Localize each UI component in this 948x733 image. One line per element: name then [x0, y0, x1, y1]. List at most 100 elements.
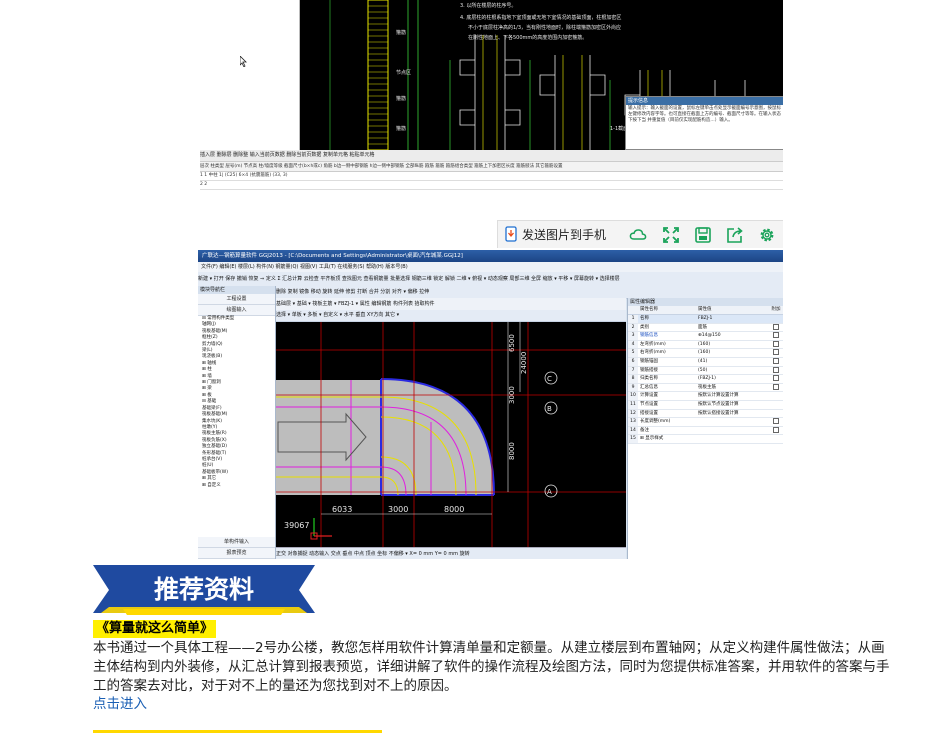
extra-checkbox[interactable]: [773, 418, 779, 425]
tree-item[interactable]: ⊞ 自定义: [202, 483, 275, 489]
property-name: 汇总信息: [640, 384, 658, 390]
property-value[interactable]: (50): [696, 367, 770, 375]
send-to-phone-label: 发送图片到手机: [522, 228, 607, 242]
property-columns: 属性名称 属性值 附加: [628, 306, 783, 315]
send-to-phone-button[interactable]: 发送图片到手机: [504, 221, 606, 248]
property-row[interactable]: 6 钢筋锚固 (41): [628, 357, 783, 367]
property-extra-cell: [770, 315, 782, 323]
property-value[interactable]: (FBZJ-1): [696, 375, 770, 383]
property-name: 右弯折(mm): [640, 350, 666, 356]
plan-drawing-canvas[interactable]: C B A 6033 3000 8000 39067 6500 24000 30…: [276, 322, 626, 547]
extra-checkbox[interactable]: [773, 323, 779, 330]
extra-checkbox[interactable]: [773, 349, 779, 356]
property-row[interactable]: 8 归类名称 (FBZJ-1): [628, 375, 783, 384]
property-row[interactable]: 10 计算设置 按默认计算设置计算: [628, 392, 783, 401]
property-name: 计算设置: [640, 393, 658, 399]
property-value[interactable]: (160): [696, 341, 770, 349]
property-row[interactable]: 14 备注: [628, 426, 783, 436]
table-row[interactable]: 2 2: [200, 181, 783, 190]
book-title[interactable]: 《算量就这么简单》: [93, 620, 217, 638]
property-value[interactable]: (160): [696, 349, 770, 357]
save-icon[interactable]: [694, 226, 712, 244]
column-table-header: 层次 柱类型 层号(m) 节点高 柱/墙度等级 截面尺寸(b×h或c) 角筋 b…: [200, 162, 783, 172]
property-row-index: 11: [628, 400, 638, 409]
dim-label-3000-bottom: 3000: [388, 505, 408, 514]
property-row[interactable]: 11 节点设置 按默认节点设置计算: [628, 400, 783, 410]
main-toolbar[interactable]: 新建 ▾ 打开 保存 撤销 恢复 ⇒ 定义 Σ 汇总计算 云检查 平齐板顶 查找…: [198, 272, 783, 287]
property-name: 备注: [640, 427, 649, 433]
property-row-index: 2: [628, 323, 638, 332]
property-row[interactable]: 5 右弯折(mm) (160): [628, 349, 783, 358]
property-name: 搭接设置: [640, 410, 658, 416]
property-row[interactable]: 4 左弯折(mm) (160): [628, 340, 783, 350]
column-header-extra: 附加: [771, 307, 781, 312]
property-value[interactable]: [696, 435, 770, 443]
property-name: 归类名称: [640, 376, 658, 382]
property-extra-cell: [770, 383, 782, 392]
property-value[interactable]: 按默认搭接设置计算: [696, 410, 770, 418]
cloud-icon[interactable]: [629, 226, 647, 244]
property-value[interactable]: [696, 418, 770, 426]
module-navigation-panel: 模块导航栏 工程设置 绘图输入 ⊟ 常用构件类型 轴网(J) 筏板基础(M) 框…: [198, 286, 276, 559]
property-row-index: 13: [628, 418, 638, 426]
property-row[interactable]: 3 钢筋信息 ⊕14@150: [628, 332, 783, 341]
property-row[interactable]: 9 汇总信息 筏板主筋: [628, 383, 783, 393]
property-editor-panel: 属性编辑器 属性名称 属性值 附加 1 名称 FBZJ-1 2 类别 面筋 3 钢筋信息 ⊕14…: [627, 298, 783, 559]
property-row[interactable]: 2 类别 面筋: [628, 323, 783, 333]
property-row-index: 9: [628, 383, 638, 392]
property-value[interactable]: 筏板主筋: [696, 384, 770, 392]
table-row[interactable]: 1 1 中柱 1| (C25) 6×4 (抗震箍筋) (33, 3): [200, 172, 783, 181]
property-row-index: 7: [628, 366, 638, 375]
recommended-material-banner: 推荐资料: [93, 565, 315, 615]
nav-button-report-preview[interactable]: 报表预览: [198, 548, 275, 559]
property-row[interactable]: 1 名称 FBZJ-1: [628, 315, 783, 324]
property-name: 长度调整(mm): [640, 419, 671, 425]
extra-checkbox[interactable]: [773, 426, 779, 433]
property-value[interactable]: FBZJ-1: [696, 315, 770, 323]
nav-button-project-settings[interactable]: 工程设置: [198, 294, 275, 305]
nav-button-single-input[interactable]: 单构件输入: [198, 537, 275, 548]
fullscreen-icon[interactable]: [662, 226, 680, 244]
extra-checkbox[interactable]: [773, 332, 779, 339]
property-value[interactable]: 按默认节点设置计算: [696, 401, 770, 409]
property-extra-cell: [770, 349, 782, 357]
property-row[interactable]: 7 钢筋搭接 (50): [628, 366, 783, 376]
property-value[interactable]: ⊕14@150: [696, 332, 770, 340]
draw-mode-toolbar[interactable]: 选择 ▾ 单板 ▾ 多板 ▾ 自定义 ▾ 水平 垂直 XY方向 其它 ▾: [276, 310, 626, 322]
nav-button-drawing-input[interactable]: 绘图输入: [198, 305, 275, 316]
cad-note-line-2: 4. 底层柱的柱根系指地下室顶面或无地下室情况的基础顶面，柱根加密区: [460, 15, 622, 21]
property-rows: 1 名称 FBZJ-1 2 类别 面筋 3 钢筋信息 ⊕14@150 4 左弯折(mm) (160) 5…: [628, 315, 783, 444]
property-extra-cell: [770, 401, 782, 409]
dim-label-24000: 24000: [520, 352, 528, 374]
property-value[interactable]: [696, 427, 770, 435]
settings-icon[interactable]: [758, 226, 776, 244]
extra-checkbox[interactable]: [773, 383, 779, 390]
property-row[interactable]: 15 ⊞ 显示样式: [628, 435, 783, 444]
table-toolbar[interactable]: 插入层 删除层 删除整 输入当前页数据 删除当前页数据 复制单元格 粘贴单元格: [200, 150, 783, 162]
enter-link[interactable]: 点击进入: [93, 695, 147, 713]
svg-text:节点区: 节点区: [396, 70, 411, 76]
hint-dialog-body: 输入提示：输入截面的设置，鼠标左键单击点处显示截面编号示意图，按鼠标左键修改内容…: [628, 106, 781, 123]
status-bar[interactable]: 正交 对象捕捉 动态输入 交点 垂点 中点 顶点 坐标 不偏移 ▾ X= 0 m…: [276, 547, 626, 559]
property-row[interactable]: 12 搭接设置 按默认搭接设置计算: [628, 409, 783, 419]
property-name: 钢筋锚固: [640, 358, 658, 364]
property-value[interactable]: 按默认计算设置计算: [696, 392, 770, 400]
extra-checkbox[interactable]: [773, 357, 779, 364]
property-row-index: 10: [628, 392, 638, 400]
extra-checkbox[interactable]: [773, 340, 779, 347]
property-name: 节点设置: [640, 401, 658, 407]
property-extra-cell: [770, 332, 782, 340]
property-extra-cell: [770, 410, 782, 418]
extra-checkbox[interactable]: [773, 375, 779, 382]
share-icon[interactable]: [726, 226, 744, 244]
extra-checkbox[interactable]: [773, 366, 779, 373]
property-value[interactable]: (41): [696, 358, 770, 366]
menu-bar[interactable]: 文件(F) 编辑(E) 楼层(L) 构件(N) 钢筋量(Q) 视图(V) 工具(…: [198, 262, 783, 272]
svg-text:箍筋: 箍筋: [396, 125, 406, 132]
property-row[interactable]: 13 长度调整(mm): [628, 418, 783, 427]
property-value[interactable]: 面筋: [696, 324, 770, 332]
property-extra-cell: [770, 323, 782, 332]
top-left-panel: [200, 0, 300, 150]
property-extra-cell: [770, 357, 782, 366]
component-tree[interactable]: ⊟ 常用构件类型 轴网(J) 筏板基础(M) 框柱(Z) 剪力墙(Q) 梁(L)…: [198, 316, 275, 489]
